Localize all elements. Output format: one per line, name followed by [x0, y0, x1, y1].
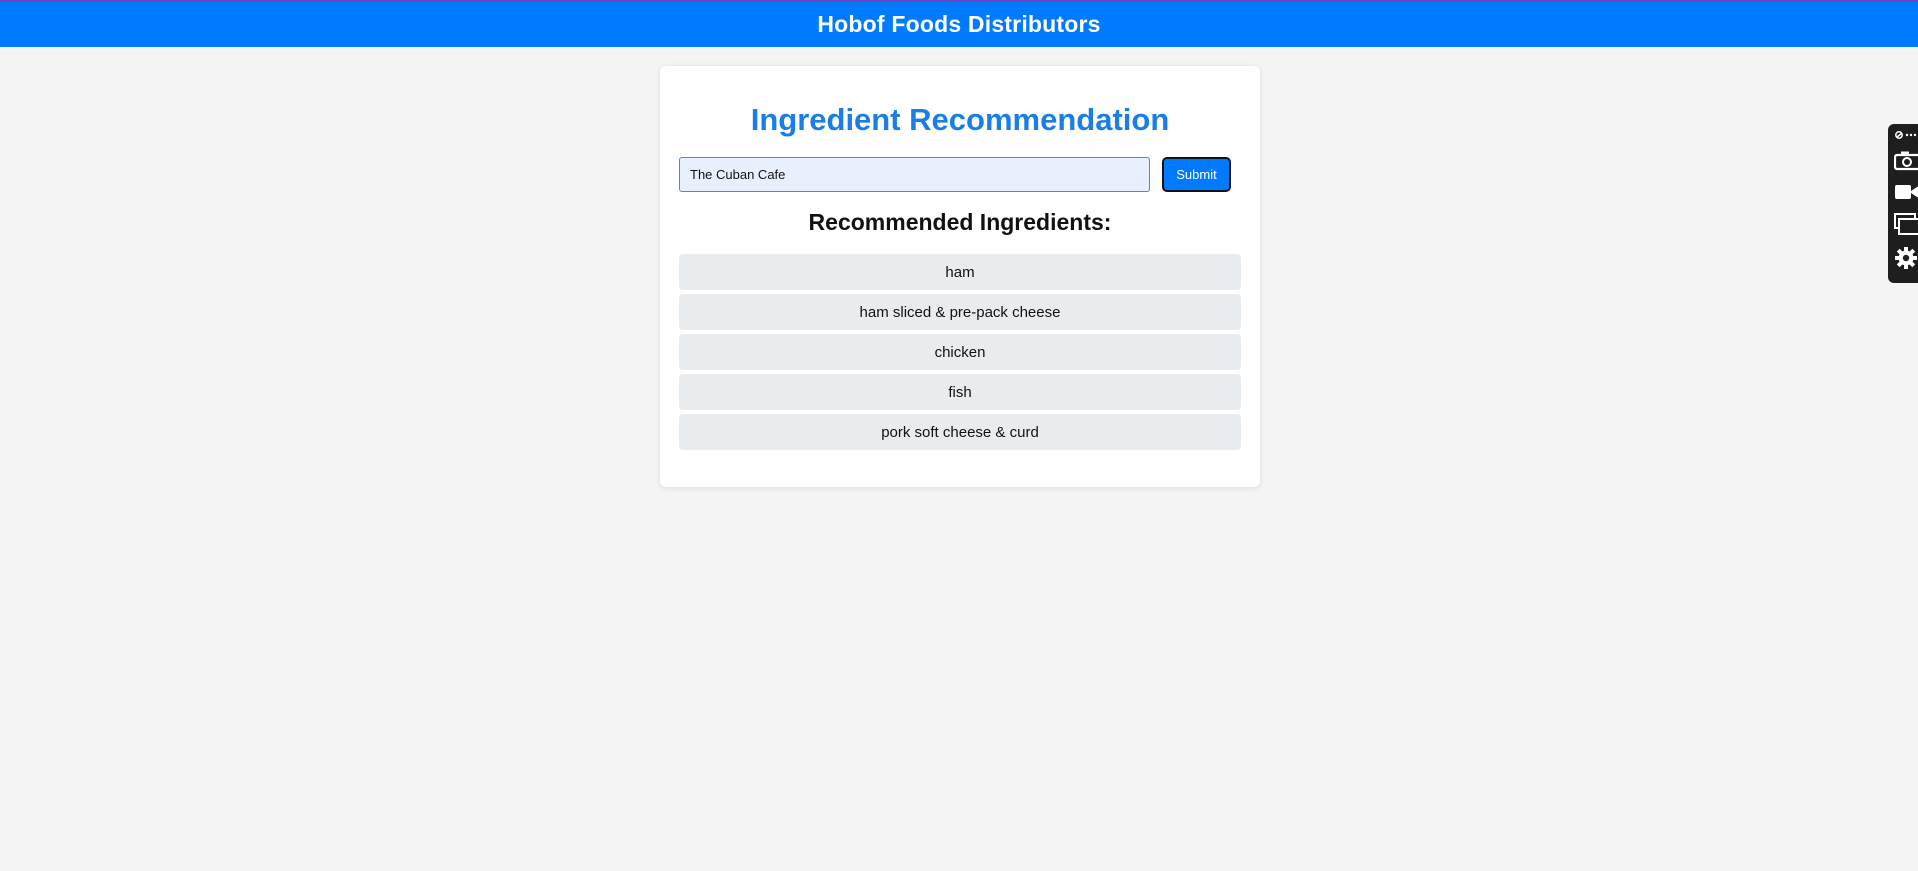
page-title: Ingredient Recommendation	[750, 102, 1170, 137]
site-title: Hobof Foods Distributors	[817, 11, 1101, 37]
ingredient-item: fish	[679, 374, 1241, 410]
ingredient-item: chicken	[679, 334, 1241, 370]
camera-icon[interactable]	[1894, 148, 1918, 172]
top-header: Hobof Foods Distributors	[0, 0, 1918, 47]
link-icon[interactable]	[1894, 128, 1918, 142]
ingredient-item: ham	[679, 254, 1241, 290]
ingredient-item: pork soft cheese & curd	[679, 414, 1241, 450]
ingredient-item: ham sliced & pre-pack cheese	[679, 294, 1241, 330]
results-heading: Recommended Ingredients:	[808, 209, 1112, 235]
video-icon[interactable]	[1894, 180, 1918, 204]
submit-button[interactable]: Submit	[1162, 157, 1231, 192]
more-icon	[1905, 133, 1909, 137]
ingredient-list: ham ham sliced & pre-pack cheese chicken…	[679, 254, 1241, 454]
windows-icon[interactable]	[1894, 212, 1918, 236]
recommendation-card: Ingredient Recommendation Submit Recomme…	[660, 66, 1260, 487]
restaurant-input[interactable]	[679, 157, 1150, 192]
capture-toolbar	[1888, 124, 1918, 283]
gear-icon[interactable]	[1894, 246, 1918, 270]
